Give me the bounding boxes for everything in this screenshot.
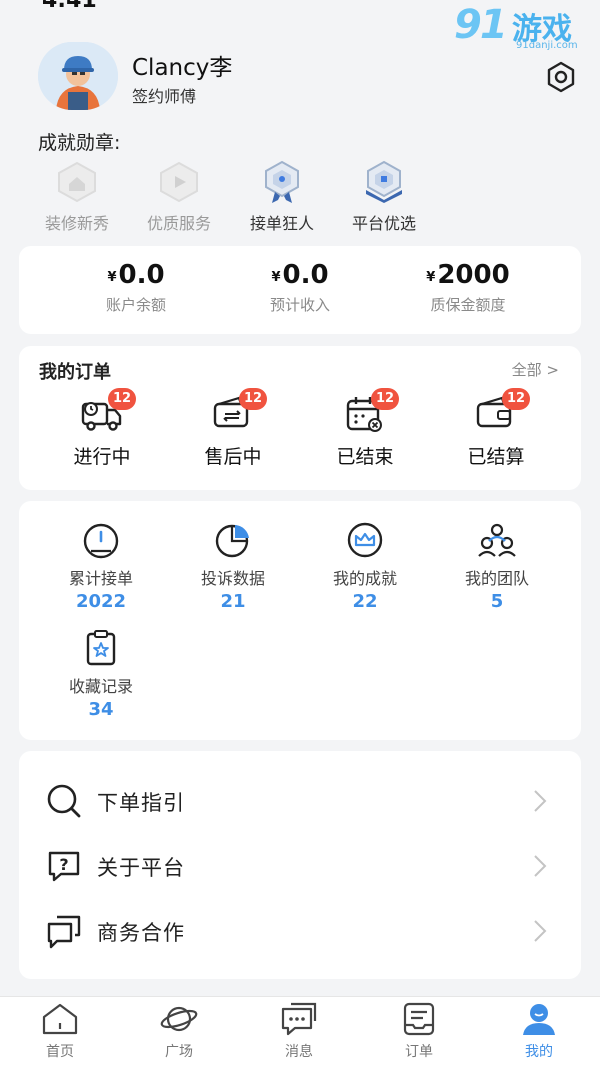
- badge-newcomer[interactable]: 装修新秀: [32, 160, 122, 234]
- home-icon: [40, 1001, 80, 1037]
- order-finished[interactable]: 12 已结束: [310, 388, 420, 469]
- gauge-icon: [80, 521, 122, 559]
- stat-team[interactable]: 我的团队 5: [437, 521, 557, 612]
- order-count-badge: 12: [108, 388, 136, 410]
- chevron-right-icon: [534, 855, 547, 877]
- badge-home-icon: [53, 160, 101, 204]
- crown-icon: [344, 521, 386, 559]
- badge-quality-service[interactable]: 优质服务: [134, 160, 224, 234]
- bottom-tab-bar: 首页 广场 消息 订单 我的: [0, 996, 600, 1067]
- profile-icon: [519, 1001, 559, 1037]
- chevron-right-icon: [534, 790, 547, 812]
- badge-play-icon: [155, 160, 203, 204]
- orders-all-link[interactable]: 全部 >: [512, 359, 559, 380]
- chevron-right-icon: [534, 920, 547, 942]
- wallet-return-icon: 12: [211, 388, 267, 434]
- order-after-sales[interactable]: 12 售后中: [178, 388, 288, 469]
- avatar[interactable]: [38, 42, 118, 110]
- orders-title: 我的订单: [39, 362, 111, 383]
- tab-orders[interactable]: 订单: [359, 1001, 479, 1061]
- badge-platform-choice[interactable]: 平台优选: [339, 160, 429, 234]
- pie-chart-icon: [212, 521, 254, 559]
- order-count-badge: 12: [371, 388, 399, 410]
- truck-icon: 12: [80, 388, 136, 434]
- username: Clancy李: [132, 55, 233, 81]
- badge-medal-icon: [258, 160, 306, 204]
- warranty-deposit[interactable]: ¥2000 质保金额度: [393, 260, 543, 315]
- stat-achievements[interactable]: 我的成就 22: [305, 521, 425, 612]
- stats-card: 累计接单 2022 投诉数据 21 我的成就 22 我的团队 5 收藏记录 34: [19, 501, 581, 740]
- order-icon: [399, 1001, 439, 1037]
- orders-card: 我的订单 全部 > 12 进行中 12 售后中 12 已结束 12 已结算: [19, 346, 581, 490]
- planet-icon: [159, 1001, 199, 1037]
- svg-text:?: ?: [59, 855, 68, 874]
- status-time: 4:41: [42, 0, 97, 13]
- badge-order-master[interactable]: 接单狂人: [237, 160, 327, 234]
- tab-plaza[interactable]: 广场: [119, 1001, 239, 1061]
- menu-card: 下单指引 ? 关于平台 商务合作: [19, 751, 581, 979]
- menu-about-platform[interactable]: ? 关于平台: [19, 834, 581, 898]
- achievements-title: 成就勋章:: [38, 132, 121, 154]
- estimated-income[interactable]: ¥0.0 预计收入: [225, 260, 375, 315]
- question-bubble-icon: ?: [45, 848, 83, 884]
- settings-button[interactable]: [544, 60, 578, 94]
- order-count-badge: 12: [239, 388, 267, 410]
- wallet-icon: 12: [474, 388, 530, 434]
- settings-hex-icon: [547, 61, 575, 93]
- tab-home[interactable]: 首页: [0, 1001, 120, 1061]
- profile-header: Clancy李 签约师傅: [38, 42, 578, 112]
- calendar-close-icon: 12: [343, 388, 399, 434]
- account-balance[interactable]: ¥0.0 账户余额: [61, 260, 211, 315]
- menu-order-guide[interactable]: 下单指引: [19, 769, 581, 833]
- chat-icon: [45, 913, 83, 949]
- tab-mine[interactable]: 我的: [479, 1001, 599, 1061]
- user-role: 签约师傅: [132, 87, 197, 106]
- message-icon: [279, 1001, 319, 1037]
- stat-favorites[interactable]: 收藏记录 34: [41, 629, 161, 720]
- order-settled[interactable]: 12 已结算: [441, 388, 551, 469]
- clipboard-star-icon: [80, 629, 122, 667]
- team-icon: [476, 521, 518, 559]
- menu-business-cooperation[interactable]: 商务合作: [19, 899, 581, 963]
- finance-card: ¥0.0 账户余额 ¥0.0 预计收入 ¥2000 质保金额度: [19, 246, 581, 334]
- stat-total-orders[interactable]: 累计接单 2022: [41, 521, 161, 612]
- stat-complaints[interactable]: 投诉数据 21: [173, 521, 293, 612]
- tab-messages[interactable]: 消息: [239, 1001, 359, 1061]
- badge-platform-icon: [360, 160, 408, 204]
- search-icon: [45, 783, 83, 819]
- order-in-progress[interactable]: 12 进行中: [47, 388, 157, 469]
- order-count-badge: 12: [502, 388, 530, 410]
